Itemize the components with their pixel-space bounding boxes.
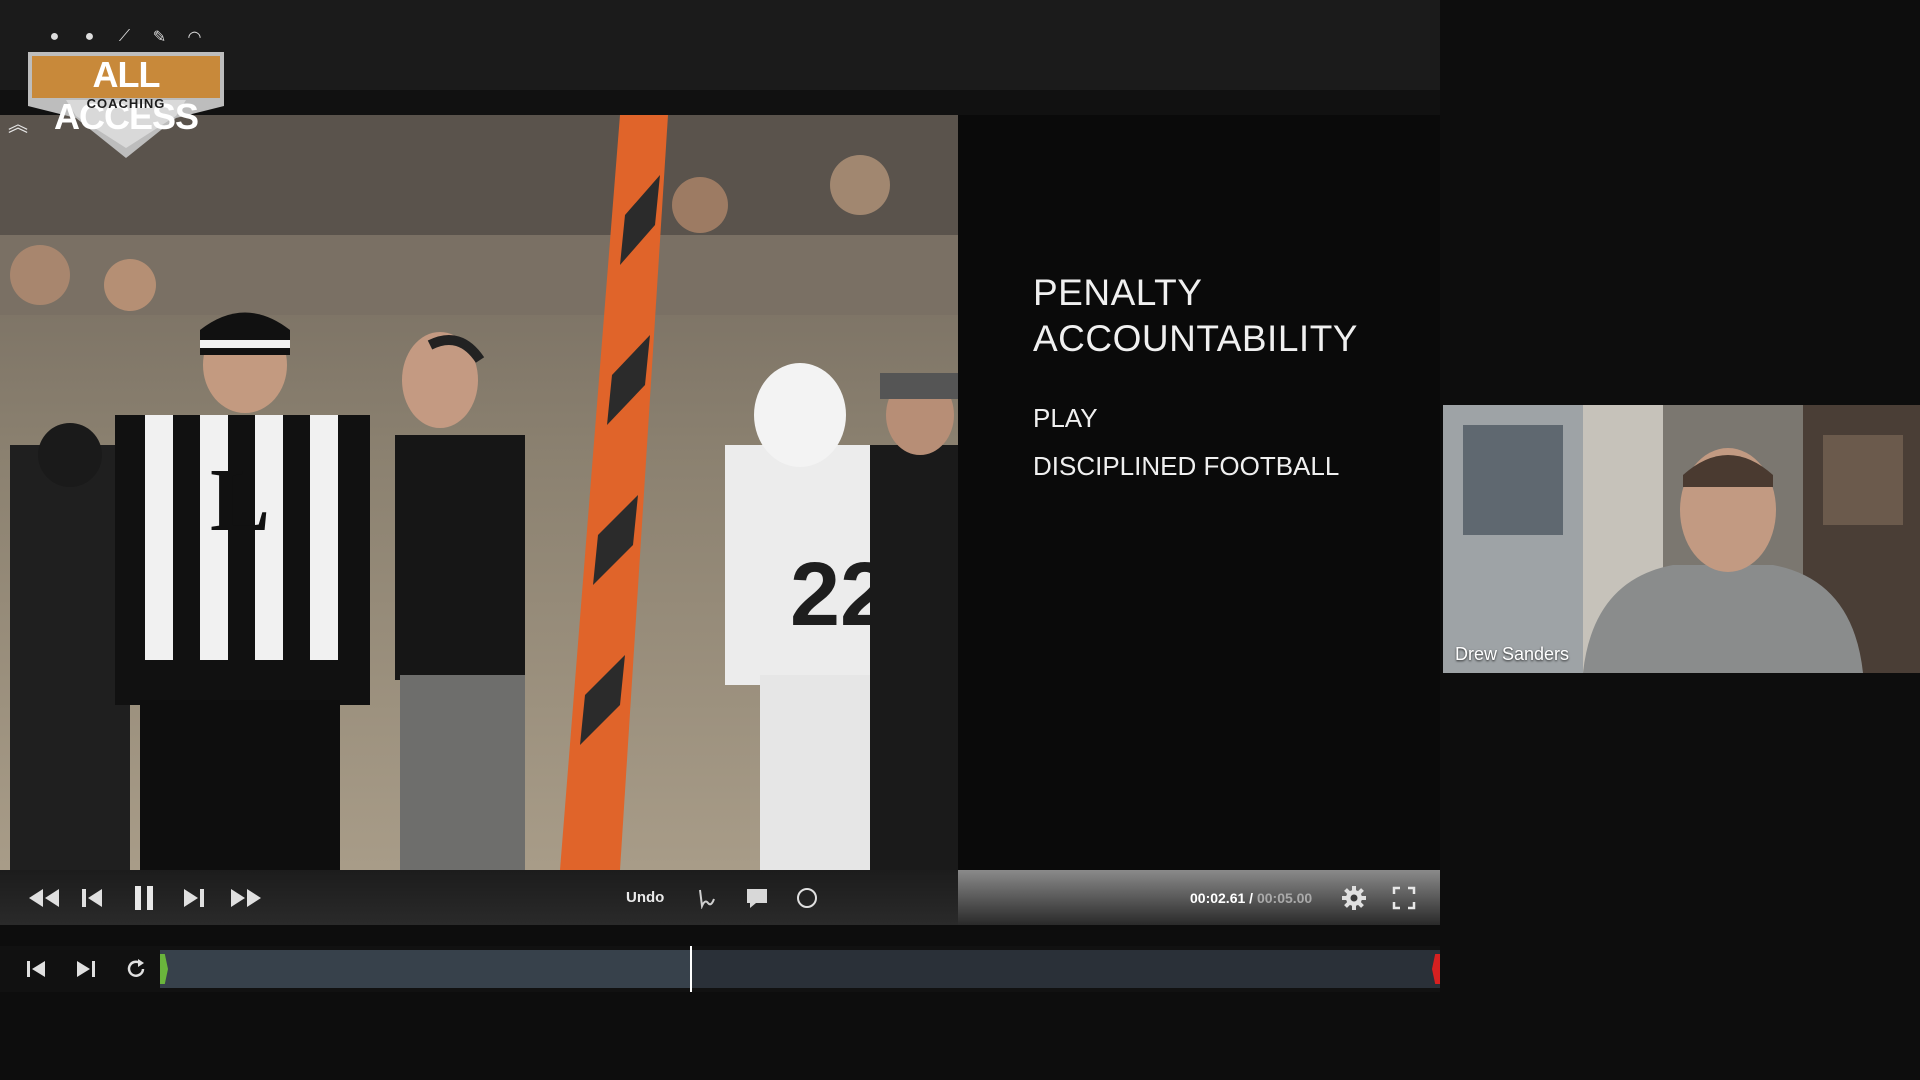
logo-sport-icons: ● ● ⟋ ✎ ◠ (44, 26, 205, 47)
timeline-played-region (160, 950, 690, 988)
sideline-photo-illustration: L 22 (0, 115, 958, 870)
pause-icon (135, 886, 153, 910)
loop-button[interactable] (122, 955, 150, 983)
fullscreen-button[interactable] (1390, 884, 1418, 912)
collapse-chevron-icon[interactable]: ︽ (8, 108, 28, 137)
slide-bullet-disciplined-football: DISCIPLINED FOOTBALL (1033, 451, 1340, 481)
timecode: 00:02.61 / 00:05.00 (1190, 890, 1312, 906)
step-back-button[interactable] (78, 884, 106, 912)
slide-text-panel: PENALTY ACCOUNTABILITY PLAY DISCIPLINED … (958, 115, 1440, 870)
timeline-end-marker[interactable] (1432, 954, 1440, 984)
timeline-track[interactable] (160, 946, 1440, 992)
total-time: 00:05.00 (1256, 890, 1313, 906)
step-back-icon (82, 889, 102, 907)
step-forward-icon (184, 889, 204, 907)
pen-icon (699, 889, 715, 909)
time-separator: / (1245, 890, 1257, 906)
helmet-icon: ◠ (187, 28, 202, 46)
participant-name: Drew Sanders (1455, 644, 1570, 664)
circle-icon (797, 888, 817, 908)
gear-icon (1342, 886, 1366, 910)
slide-title: PENALTY ACCOUNTABILITY (1033, 270, 1413, 362)
pen-tool-button[interactable] (694, 884, 720, 912)
baseball-icon: ● (49, 27, 60, 45)
all-access-coaching-logo: ● ● ⟋ ✎ ◠ ALL ACCESS COACHING (26, 18, 226, 158)
undo-button[interactable]: Undo (626, 889, 664, 906)
settings-button[interactable] (1340, 884, 1368, 912)
rewind-icon (29, 889, 59, 907)
fullscreen-icon (1392, 886, 1416, 910)
skip-to-end-icon (77, 961, 95, 977)
skip-to-start-button[interactable] (22, 955, 50, 983)
presentation-slide: L 22 PENALTY ACCOUNTABILITY PLAY DISCIPL… (0, 115, 1440, 870)
wrench-icon: ✎ (152, 28, 167, 46)
step-forward-button[interactable] (180, 884, 208, 912)
timeline-row (0, 946, 1440, 992)
slide-title-line-2: ACCOUNTABILITY (1033, 318, 1358, 359)
transport-bar: Undo 00:02.61 / 00:05.00 (0, 870, 1440, 925)
participant-webcam: Drew Sanders (1443, 405, 1920, 673)
fast-forward-button[interactable] (228, 884, 264, 912)
sideline-photo: L 22 (0, 115, 958, 870)
timeline-playhead[interactable] (690, 946, 692, 992)
rewind-button[interactable] (26, 884, 62, 912)
loop-icon (127, 959, 145, 977)
skip-to-start-icon (27, 961, 45, 977)
pause-button[interactable] (128, 884, 160, 912)
comment-icon (747, 889, 767, 908)
skip-to-end-button[interactable] (72, 955, 100, 983)
ball-icon: ● (84, 27, 95, 45)
svg-text:L: L (210, 451, 270, 550)
slide-title-line-1: PENALTY (1033, 272, 1203, 313)
circle-tool-button[interactable] (794, 884, 820, 912)
bat-icon: ⟋ (118, 27, 131, 45)
logo-subtitle: COACHING (86, 96, 166, 111)
fast-forward-icon (231, 889, 261, 907)
comment-tool-button[interactable] (744, 884, 770, 912)
webcam-video-feed (1443, 405, 1920, 673)
current-time: 00:02.61 (1190, 890, 1246, 906)
slide-bullet-play: PLAY (1033, 403, 1098, 433)
